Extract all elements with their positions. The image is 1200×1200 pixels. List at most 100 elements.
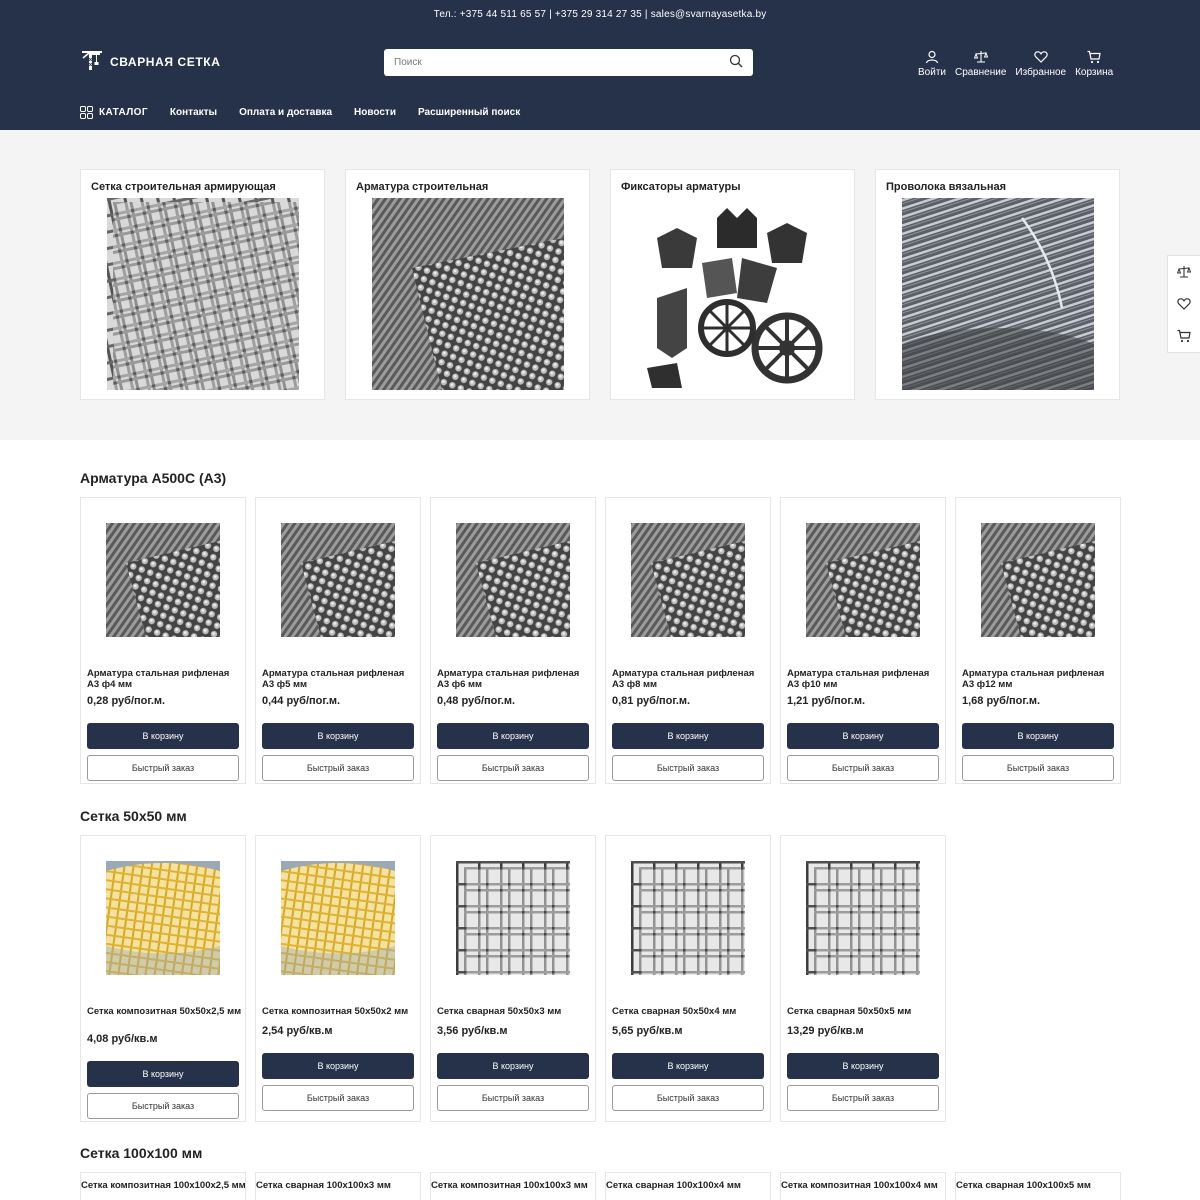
add-to-cart-button[interactable]: В корзину xyxy=(87,1061,239,1087)
scales-icon[interactable] xyxy=(1177,265,1191,279)
product-name[interactable]: Арматура стальная рифленая А3 ф10 мм xyxy=(787,668,943,690)
rebar-photo xyxy=(372,198,564,390)
product-card: Сетка сварная 50x50x3 мм 3,56 руб/кв.м В к… xyxy=(430,835,596,1122)
add-to-cart-button[interactable]: В корзину xyxy=(87,723,239,749)
quick-order-button[interactable]: Быстрый заказ xyxy=(262,1085,414,1111)
product-name[interactable]: Сетка композитная 100x100x4 мм xyxy=(781,1180,947,1191)
add-to-cart-button[interactable]: В корзину xyxy=(787,723,939,749)
add-to-cart-button[interactable]: В корзину xyxy=(962,723,1114,749)
product-card: Сетка композитная 50x50x2 мм 2,54 руб/кв.… xyxy=(255,835,421,1122)
main-nav: КАТАЛОГ Контакты Оплата и доставка Новос… xyxy=(80,106,520,119)
product-card: Арматура стальная рифленая А3 ф6 мм 0,48 … xyxy=(430,497,596,784)
product-name[interactable]: Арматура стальная рифленая А3 ф4 мм xyxy=(87,668,243,690)
quick-order-button[interactable]: Быстрый заказ xyxy=(962,755,1114,781)
quick-order-button[interactable]: Быстрый заказ xyxy=(787,1085,939,1111)
product-name[interactable]: Сетка сварная 100x100x4 мм xyxy=(606,1180,772,1191)
scales-icon xyxy=(973,51,988,63)
product-card[interactable]: Сетка сварная 100x100x5 мм xyxy=(955,1172,1121,1200)
add-to-cart-button[interactable]: В корзину xyxy=(787,1053,939,1079)
rebar-photo[interactable] xyxy=(456,523,570,637)
add-to-cart-button[interactable]: В корзину xyxy=(612,723,764,749)
product-name[interactable]: Сетка сварная 100x100x3 мм xyxy=(256,1180,422,1191)
add-to-cart-button[interactable]: В корзину xyxy=(437,723,589,749)
product-name[interactable]: Арматура стальная рифленая А3 ф12 мм xyxy=(962,668,1118,690)
product-name[interactable]: Сетка композитная 100x100x2,5 мм xyxy=(81,1180,247,1191)
product-price: 13,29 руб/кв.м xyxy=(787,1025,864,1037)
nav-item-advanced-search[interactable]: Расширенный поиск xyxy=(418,107,520,118)
quick-order-button[interactable]: Быстрый заказ xyxy=(87,1093,239,1119)
category-title: Арматура строительная xyxy=(356,181,489,193)
add-to-cart-button[interactable]: В корзину xyxy=(437,1053,589,1079)
login-label: Войти xyxy=(918,67,946,78)
product-name[interactable]: Арматура стальная рифленая А3 ф8 мм xyxy=(612,668,768,690)
product-card[interactable]: Сетка композитная 100x100x2,5 мм xyxy=(80,1172,246,1200)
product-price: 4,08 руб/кв.м xyxy=(87,1033,158,1045)
product-name[interactable]: Сетка сварная 100x100x5 мм xyxy=(956,1180,1122,1191)
product-price: 2,54 руб/кв.м xyxy=(262,1025,333,1037)
cart-button[interactable]: Корзина xyxy=(1075,50,1113,78)
add-to-cart-button[interactable]: В корзину xyxy=(612,1053,764,1079)
product-card[interactable]: Сетка сварная 100x100x4 мм xyxy=(605,1172,771,1200)
search-icon[interactable] xyxy=(729,54,743,71)
welded-mesh-photo[interactable] xyxy=(631,861,745,975)
nav-item-payment-delivery[interactable]: Оплата и доставка xyxy=(239,107,332,118)
product-name[interactable]: Сетка композитная 50x50x2 мм xyxy=(262,1006,418,1017)
rebar-photo[interactable] xyxy=(281,523,395,637)
quick-order-button[interactable]: Быстрый заказ xyxy=(437,1085,589,1111)
rebar-photo[interactable] xyxy=(106,523,220,637)
compare-button[interactable]: Сравнение xyxy=(955,50,1006,78)
rebar-photo[interactable] xyxy=(631,523,745,637)
category-card[interactable]: Проволока вязальная xyxy=(875,169,1120,400)
compare-label: Сравнение xyxy=(954,67,1007,78)
add-to-cart-button[interactable]: В корзину xyxy=(262,723,414,749)
quick-order-button[interactable]: Быстрый заказ xyxy=(787,755,939,781)
search-box xyxy=(384,49,753,76)
product-card: Сетка сварная 50x50x5 мм 13,29 руб/кв.м В … xyxy=(780,835,946,1122)
category-band: Сетка строительная армирующая Арматура с… xyxy=(0,130,1200,440)
product-card[interactable]: Сетка композитная 100x100x3 мм xyxy=(430,1172,596,1200)
floating-sidebar xyxy=(1167,255,1200,353)
composite-mesh-photo[interactable] xyxy=(106,861,220,975)
search-input[interactable] xyxy=(394,57,729,68)
section-title: Сетка 100х100 мм xyxy=(80,1145,203,1161)
category-card[interactable]: Фиксаторы арматуры xyxy=(610,169,855,400)
quick-order-button[interactable]: Быстрый заказ xyxy=(612,1085,764,1111)
nav-catalog-label: КАТАЛОГ xyxy=(99,107,148,118)
product-name[interactable]: Сетка сварная 50x50x4 мм xyxy=(612,1006,768,1017)
section-title: Арматура А500С (А3) xyxy=(80,470,227,486)
quick-order-button[interactable]: Быстрый заказ xyxy=(87,755,239,781)
product-card[interactable]: Сетка сварная 100x100x3 мм xyxy=(255,1172,421,1200)
product-name[interactable]: Арматура стальная рифленая А3 ф5 мм xyxy=(262,668,418,690)
product-name[interactable]: Сетка сварная 50x50x5 мм xyxy=(787,1006,943,1017)
welded-mesh-photo[interactable] xyxy=(806,861,920,975)
site-logo[interactable]: СВАРНАЯ СЕТКА xyxy=(80,48,221,75)
nav-item-contacts[interactable]: Контакты xyxy=(170,107,217,118)
cart-label: Корзина xyxy=(1075,67,1114,78)
product-card: Арматура стальная рифленая А3 ф8 мм 0,81 … xyxy=(605,497,771,784)
cart-icon[interactable] xyxy=(1177,329,1191,343)
quick-order-button[interactable]: Быстрый заказ xyxy=(262,755,414,781)
product-name[interactable]: Арматура стальная рифленая А3 ф6 мм xyxy=(437,668,593,690)
category-title: Проволока вязальная xyxy=(886,181,1007,193)
category-card[interactable]: Сетка строительная армирующая xyxy=(80,169,325,400)
product-name[interactable]: Сетка сварная 50x50x3 мм xyxy=(437,1006,593,1017)
favorites-button[interactable]: Избранное xyxy=(1015,50,1066,78)
composite-mesh-photo[interactable] xyxy=(281,861,395,975)
category-card[interactable]: Арматура строительная xyxy=(345,169,590,400)
product-card: Сетка сварная 50x50x4 мм 5,65 руб/кв.м В к… xyxy=(605,835,771,1122)
product-name[interactable]: Сетка композитная 50x50x2,5 мм xyxy=(87,1006,243,1017)
quick-order-button[interactable]: Быстрый заказ xyxy=(437,755,589,781)
add-to-cart-button[interactable]: В корзину xyxy=(262,1053,414,1079)
product-name[interactable]: Сетка композитная 100x100x3 мм xyxy=(431,1180,597,1191)
login-button[interactable]: Войти xyxy=(918,50,946,78)
heart-icon[interactable] xyxy=(1177,297,1191,311)
product-price: 3,56 руб/кв.м xyxy=(437,1025,508,1037)
product-card: Арматура стальная рифленая А3 ф5 мм 0,44 … xyxy=(255,497,421,784)
nav-item-news[interactable]: Новости xyxy=(354,107,396,118)
rebar-photo[interactable] xyxy=(806,523,920,637)
rebar-photo[interactable] xyxy=(981,523,1095,637)
quick-order-button[interactable]: Быстрый заказ xyxy=(612,755,764,781)
nav-catalog[interactable]: КАТАЛОГ xyxy=(80,106,148,119)
product-card[interactable]: Сетка композитная 100x100x4 мм xyxy=(780,1172,946,1200)
welded-mesh-photo[interactable] xyxy=(456,861,570,975)
